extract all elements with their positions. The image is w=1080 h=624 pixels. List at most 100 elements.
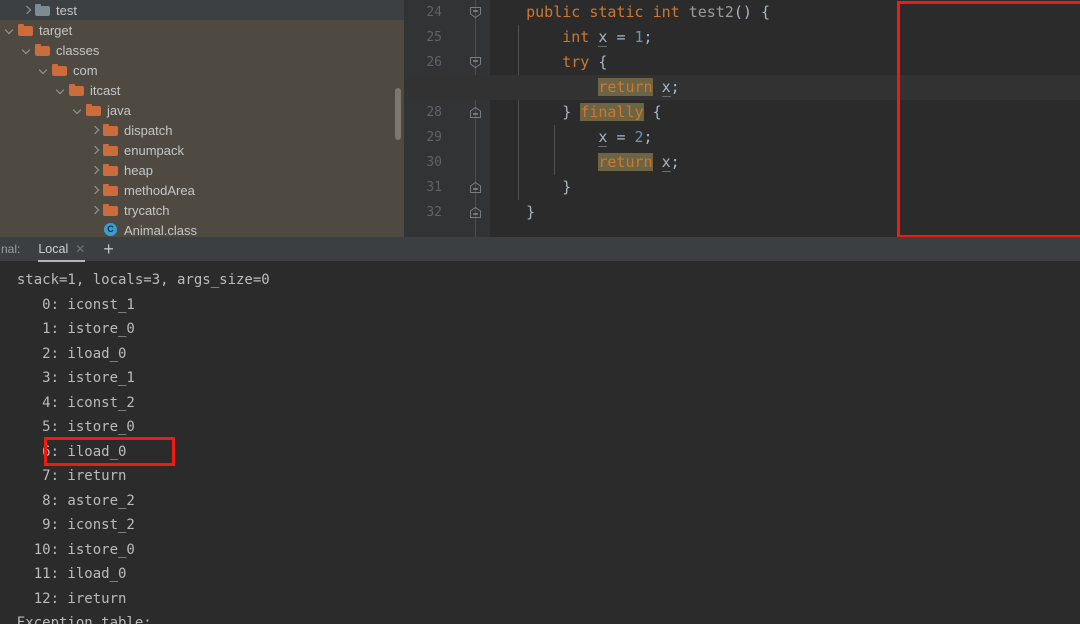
code-line[interactable]: public static int test2() { xyxy=(490,0,1080,25)
tree-item-label: java xyxy=(107,102,131,118)
tree-item-test[interactable]: test xyxy=(0,0,404,20)
tree-item-label: trycatch xyxy=(124,202,170,218)
punctuation-token: = xyxy=(616,128,626,146)
project-tree-list[interactable]: test target classes com itcast java dispatch en… xyxy=(0,0,404,237)
terminal-output-line: 0: iconst_1 xyxy=(0,296,135,313)
tree-item-animal-class[interactable]: Animal.class xyxy=(0,220,404,237)
keyword-token: static xyxy=(589,3,644,21)
punctuation-token: { xyxy=(652,103,662,121)
code-line[interactable]: return x; xyxy=(404,75,1080,100)
punctuation-token: { xyxy=(598,53,608,71)
tree-item-label: target xyxy=(39,22,73,38)
folder-icon xyxy=(103,163,119,177)
tree-item-itcast[interactable]: itcast xyxy=(0,80,404,100)
code-line[interactable]: x = 2; xyxy=(490,125,1080,150)
terminal-panel: nal: Local ✕ + stack=1, locals=3, args_s… xyxy=(0,237,1080,624)
chevron-right-icon[interactable] xyxy=(88,164,101,177)
tree-item-label: dispatch xyxy=(124,122,173,138)
tree-item-methodarea[interactable]: methodArea xyxy=(0,180,404,200)
terminal-tab-bar[interactable]: nal: Local ✕ + xyxy=(0,237,1080,262)
chevron-right-icon[interactable] xyxy=(88,204,101,217)
code-line[interactable]: } finally { xyxy=(490,100,1080,125)
keyword-token: return xyxy=(598,153,653,171)
variable-token: x xyxy=(598,28,608,47)
tree-item-enumpack[interactable]: enumpack xyxy=(0,140,404,160)
chevron-right-icon[interactable] xyxy=(20,4,33,17)
terminal-output-line: stack=1, locals=3, args_size=0 xyxy=(0,272,270,288)
code-line[interactable]: try { xyxy=(490,50,1080,75)
chevron-down-icon[interactable] xyxy=(71,104,84,117)
folder-icon xyxy=(35,43,51,57)
terminal-output-line: 12: ireturn xyxy=(0,590,127,607)
terminal-output-line: 6: iload_0 xyxy=(0,443,127,460)
punctuation-token: ; xyxy=(643,128,653,146)
chevron-down-icon[interactable] xyxy=(54,84,67,97)
tree-item-label: com xyxy=(73,62,98,78)
punctuation-token: ; xyxy=(643,28,653,46)
tree-item-label: methodArea xyxy=(124,182,195,198)
editor-gutter[interactable]: 242526272829303132 xyxy=(404,0,490,237)
variable-token: x xyxy=(598,128,608,147)
tree-item-target[interactable]: target xyxy=(0,20,404,40)
line-number: 25 xyxy=(426,30,442,45)
code-line[interactable]: } xyxy=(490,175,1080,200)
method-name-token: test2 xyxy=(688,3,734,21)
tree-item-trycatch[interactable]: trycatch xyxy=(0,200,404,220)
fold-collapse-end-icon[interactable] xyxy=(469,181,482,194)
folder-icon xyxy=(69,83,85,97)
class-file-icon xyxy=(103,223,119,237)
fold-collapse-end-icon[interactable] xyxy=(469,206,482,219)
chevron-right-icon[interactable] xyxy=(88,144,101,157)
tree-item-java[interactable]: java xyxy=(0,100,404,120)
tree-item-dispatch[interactable]: dispatch xyxy=(0,120,404,140)
punctuation-token: ; xyxy=(670,153,680,171)
terminal-output-line: 2: iload_0 xyxy=(0,345,127,362)
punctuation-token: { xyxy=(760,3,770,21)
punctuation-token: } xyxy=(562,178,572,196)
line-number: 32 xyxy=(426,205,442,220)
tree-item-label: enumpack xyxy=(124,142,184,158)
folder-icon xyxy=(103,183,119,197)
terminal-tab-local[interactable]: Local ✕ xyxy=(38,237,86,262)
chevron-down-icon[interactable] xyxy=(20,44,33,57)
punctuation-token: = xyxy=(616,28,626,46)
fold-collapse-end-icon[interactable] xyxy=(469,106,482,119)
code-line[interactable]: int x = 1; xyxy=(490,25,1080,50)
code-content[interactable]: public static int test2() { int x = 1; t… xyxy=(404,0,1080,237)
code-editor[interactable]: 242526272829303132 public static int tes… xyxy=(404,0,1080,237)
code-line[interactable]: return x; xyxy=(490,150,1080,175)
keyword-token: try xyxy=(562,53,590,71)
project-tree-scrollbar[interactable] xyxy=(395,88,401,140)
terminal-output-line: 7: ireturn xyxy=(0,468,127,484)
chevron-right-icon[interactable] xyxy=(88,124,101,137)
terminal-output-line: 8: astore_2 xyxy=(0,492,135,509)
folder-icon xyxy=(103,203,119,217)
punctuation-token: ) xyxy=(742,3,752,21)
chevron-down-icon[interactable] xyxy=(3,24,16,37)
chevron-down-icon[interactable] xyxy=(37,64,50,77)
tree-item-label: heap xyxy=(124,162,153,178)
tree-item-heap[interactable]: heap xyxy=(0,160,404,180)
tree-item-label: classes xyxy=(56,42,100,58)
tree-item-com[interactable]: com xyxy=(0,60,404,80)
project-tree-panel[interactable]: test target classes com itcast java dispatch en… xyxy=(0,0,404,237)
line-number: 30 xyxy=(426,155,442,170)
fold-collapse-start-icon[interactable] xyxy=(469,6,482,19)
folder-icon xyxy=(86,103,102,117)
folder-icon xyxy=(52,63,68,77)
tree-item-label: itcast xyxy=(90,82,121,98)
tree-item-classes[interactable]: classes xyxy=(0,40,404,60)
keyword-token: public xyxy=(526,3,581,21)
spacer-icon xyxy=(88,224,101,237)
top-area: test target classes com itcast java dispatch en… xyxy=(0,0,1080,237)
close-icon[interactable]: ✕ xyxy=(75,242,85,256)
variable-token: x xyxy=(661,153,671,172)
terminal-output[interactable]: stack=1, locals=3, args_size=0 0: iconst… xyxy=(0,262,1080,624)
code-line[interactable]: } xyxy=(490,200,1080,225)
fold-collapse-start-icon[interactable] xyxy=(469,56,482,69)
chevron-right-icon[interactable] xyxy=(88,184,101,197)
terminal-tab-label: Local xyxy=(38,242,69,256)
ide-window: test target classes com itcast java dispatch en… xyxy=(0,0,1080,624)
code-lines[interactable]: public static int test2() { int x = 1; t… xyxy=(404,0,1080,225)
add-tab-icon[interactable]: + xyxy=(103,240,114,258)
